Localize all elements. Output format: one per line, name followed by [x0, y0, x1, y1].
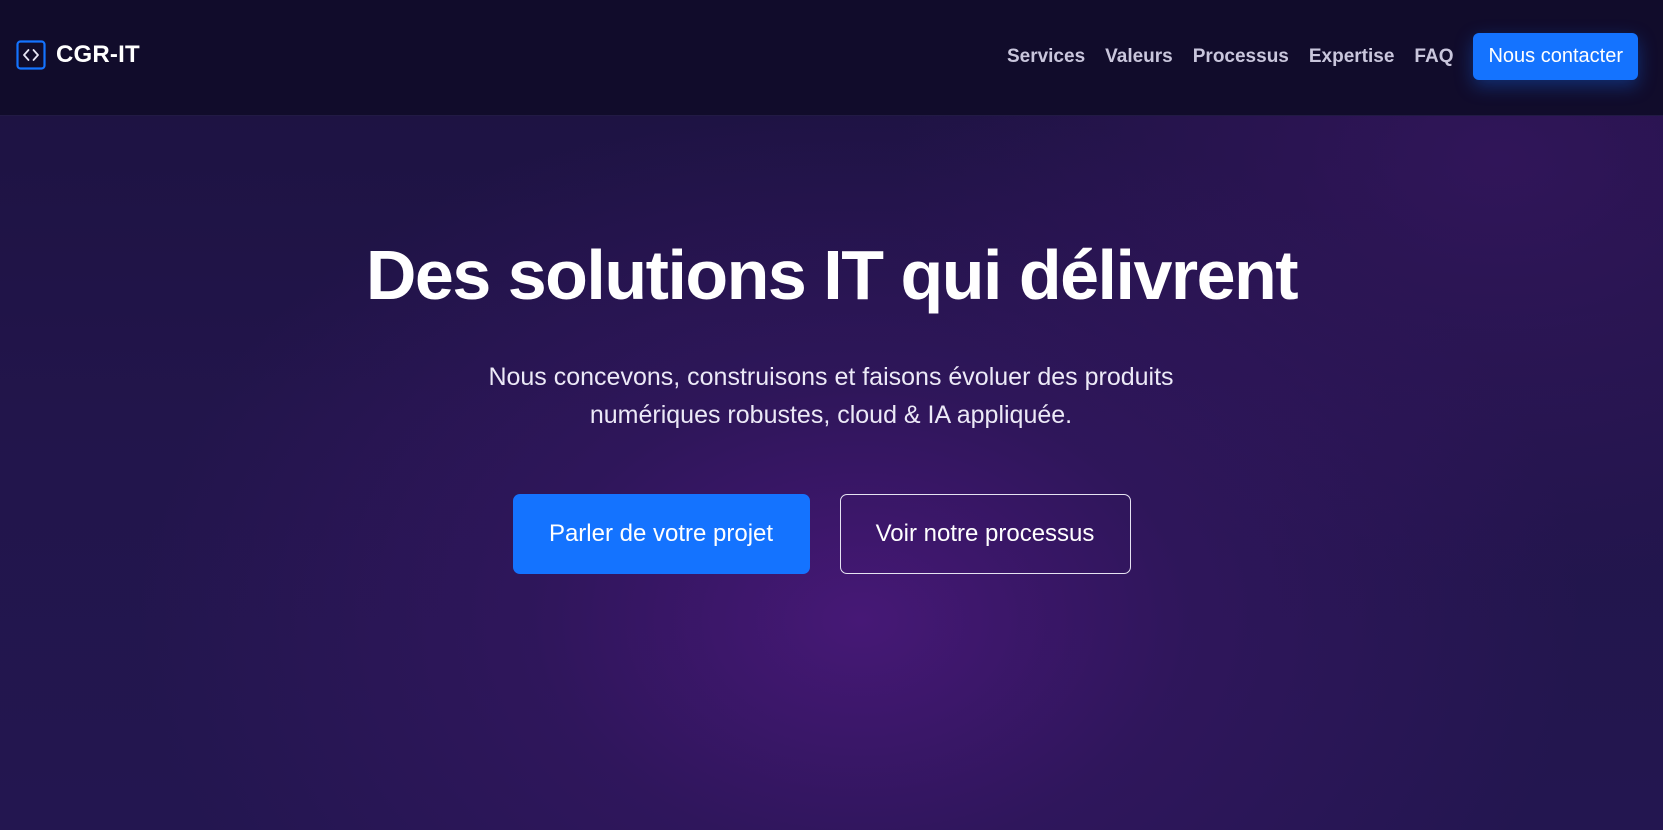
- main-nav: Services Valeurs Processus Expertise FAQ…: [1007, 33, 1638, 80]
- brand-logo-link[interactable]: CGR-IT: [16, 40, 140, 70]
- nav-link-faq[interactable]: FAQ: [1414, 46, 1453, 68]
- view-process-button[interactable]: Voir notre processus: [839, 494, 1131, 574]
- nav-link-processus[interactable]: Processus: [1193, 46, 1289, 68]
- nav-link-services[interactable]: Services: [1007, 46, 1085, 68]
- brand-name: CGR-IT: [56, 41, 140, 68]
- nav-link-valeurs[interactable]: Valeurs: [1105, 46, 1173, 68]
- hero-actions: Parler de votre projet Voir notre proces…: [0, 494, 1663, 574]
- landing-page: CGR-IT Services Valeurs Processus Expert…: [0, 0, 1663, 830]
- hero-subtitle: Nous concevons, construisons et faisons …: [488, 363, 1174, 429]
- contact-button[interactable]: Nous contacter: [1473, 33, 1638, 80]
- nav-link-expertise[interactable]: Expertise: [1309, 46, 1395, 68]
- top-navbar: CGR-IT Services Valeurs Processus Expert…: [0, 0, 1663, 116]
- code-brackets-icon: [16, 40, 46, 70]
- hero-title: Des solutions IT qui délivrent: [365, 236, 1299, 314]
- talk-project-button[interactable]: Parler de votre projet: [512, 494, 810, 574]
